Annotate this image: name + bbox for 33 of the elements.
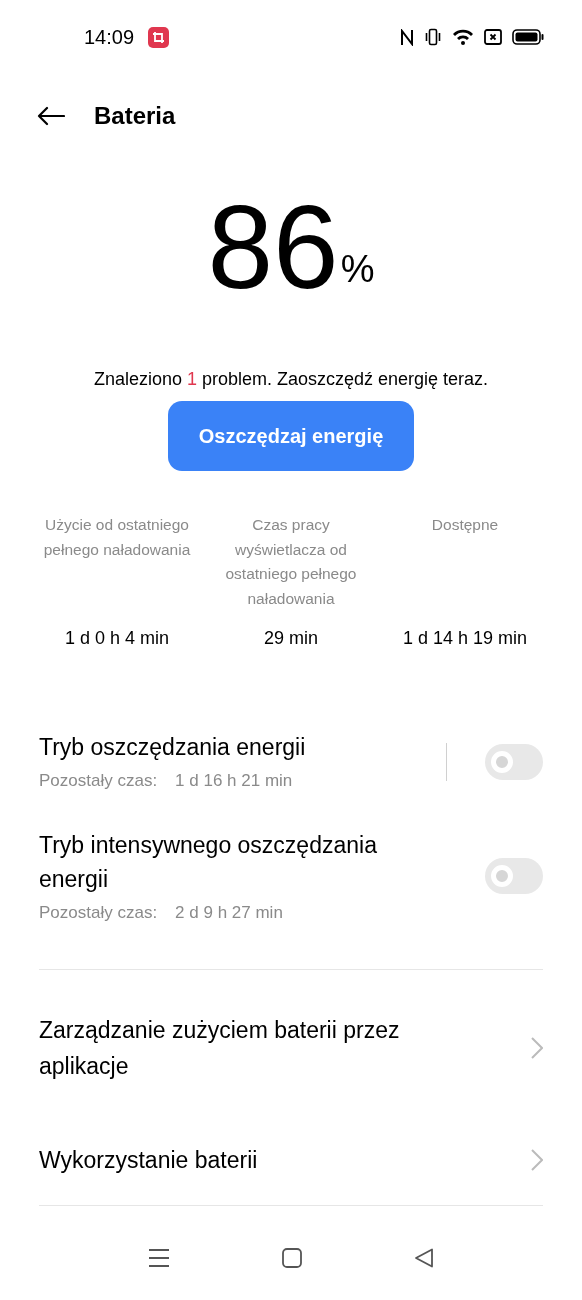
nfc-icon xyxy=(400,28,414,46)
remaining-label: Pozostały czas: xyxy=(39,901,158,924)
wifi-icon xyxy=(452,28,474,46)
vibrate-icon xyxy=(424,28,442,46)
remaining-label: Pozostały czas: xyxy=(39,770,158,792)
battery-icon xyxy=(512,29,544,45)
toggle-switch[interactable] xyxy=(485,858,543,895)
back-icon[interactable] xyxy=(414,1248,434,1268)
battery-percentage: 86 xyxy=(207,188,339,306)
problem-message: Znaleziono 1 problem. Zaoszczędź energię teraz. xyxy=(92,368,490,391)
mode-title: Tryb intensywnego oszczędzania energii xyxy=(39,830,378,894)
page-title: Bateria xyxy=(94,101,176,131)
toggle-switch[interactable] xyxy=(485,743,543,780)
chevron-icon xyxy=(531,1037,543,1059)
stat-label: Czas pracy wyświetlacza od ostatniego pełnego naładowania xyxy=(224,515,358,609)
percent-sign: % xyxy=(340,247,375,292)
settings-item[interactable]: Wykorzystanie baterii xyxy=(39,1142,543,1178)
screenshot-crop-icon xyxy=(148,26,170,48)
remaining-time: 1 d 16 h 21 min xyxy=(175,770,293,792)
stat-value: 1 d 0 h 4 min xyxy=(64,627,170,650)
stat-label: Użycie od ostatniego pełnego naładowania xyxy=(42,515,192,560)
stat-value: 1 d 14 h 19 min xyxy=(402,627,528,650)
home-icon[interactable] xyxy=(282,1248,302,1268)
stat-value: 29 min xyxy=(264,627,318,650)
remaining-time: 2 d 9 h 27 min xyxy=(175,901,283,924)
no-sim-icon xyxy=(484,29,502,45)
menu-icon[interactable] xyxy=(148,1248,170,1268)
status-time: 14:09 xyxy=(84,25,135,50)
save-energy-button[interactable]: Oszczędzaj energię xyxy=(168,401,414,471)
mode-title: Tryb oszczędzania energii xyxy=(39,733,307,762)
stat-label: Dostępne xyxy=(431,515,499,535)
chevron-icon xyxy=(531,1149,543,1171)
settings-item[interactable]: Zarządzanie zużyciem baterii przez aplikacje xyxy=(39,1012,543,1084)
